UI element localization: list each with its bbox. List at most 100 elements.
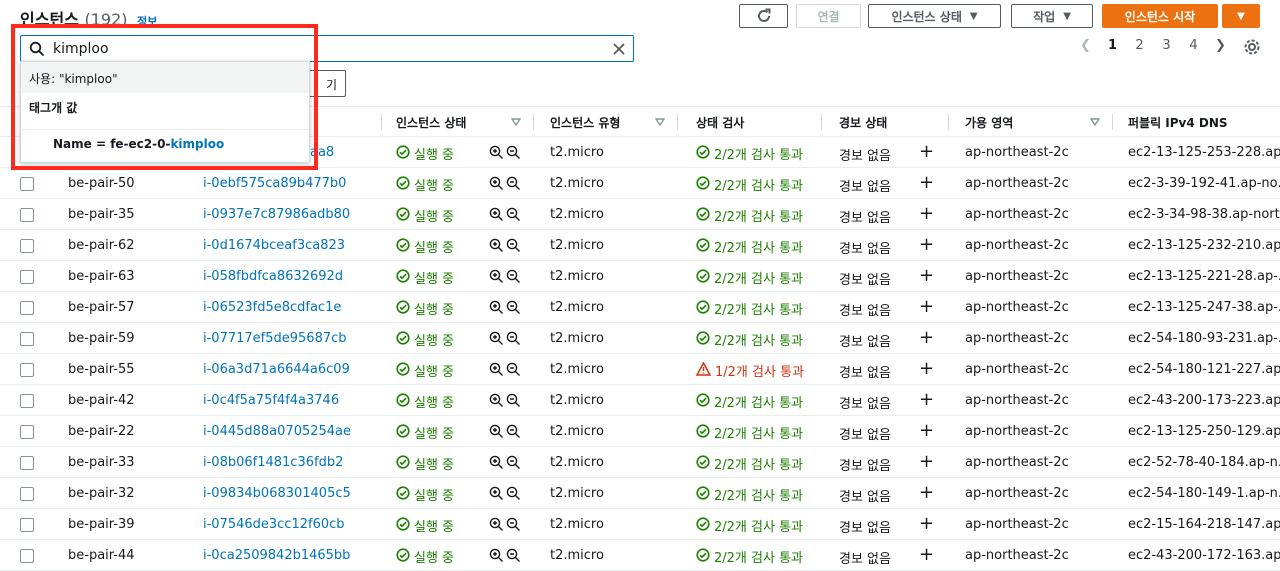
add-alarm-icon[interactable]: +: [919, 483, 934, 503]
zoom-out-icon[interactable]: [506, 362, 521, 381]
add-alarm-icon[interactable]: +: [919, 204, 934, 224]
add-alarm-icon[interactable]: +: [919, 142, 934, 162]
page-2[interactable]: 2: [1126, 38, 1153, 53]
add-alarm-icon[interactable]: +: [919, 266, 934, 286]
page-4[interactable]: 4: [1180, 38, 1207, 53]
add-alarm-icon[interactable]: +: [919, 514, 934, 534]
clear-icon[interactable]: [605, 42, 633, 56]
table-row[interactable]: be-pair-35 i-0937e7c87986adb80 실행 중 t2.micr…: [0, 199, 1280, 230]
zoom-out-icon[interactable]: [506, 269, 521, 288]
zoom-in-icon[interactable]: [489, 269, 504, 288]
row-checkbox[interactable]: [20, 549, 34, 563]
gear-icon[interactable]: [1243, 38, 1261, 60]
add-alarm-icon[interactable]: +: [919, 421, 934, 441]
table-row[interactable]: be-pair-63 i-058fbdfca8632692d 실행 중 t2.micr…: [0, 261, 1280, 292]
zoom-in-icon[interactable]: [489, 393, 504, 412]
actions-button[interactable]: 작업 ▼: [1011, 4, 1093, 28]
table-row[interactable]: be-pair-33 i-08b06f1481c36fdb2 실행 중 t2.micr…: [0, 447, 1280, 478]
sort-icon[interactable]: [654, 116, 666, 128]
instance-id-link[interactable]: i-0ca2509842b1465bb: [203, 548, 350, 563]
add-alarm-icon[interactable]: +: [919, 328, 934, 348]
add-alarm-icon[interactable]: +: [919, 297, 934, 317]
zoom-out-icon[interactable]: [506, 238, 521, 257]
row-checkbox[interactable]: [20, 394, 34, 408]
prev-page-icon[interactable]: ❮: [1072, 38, 1099, 53]
zoom-out-icon[interactable]: [506, 486, 521, 505]
instance-id-link[interactable]: i-0ebf575ca89b477b0: [203, 176, 346, 191]
add-alarm-icon[interactable]: +: [919, 359, 934, 379]
zoom-in-icon[interactable]: [489, 207, 504, 226]
add-alarm-icon[interactable]: +: [919, 390, 934, 410]
launch-dropdown-button[interactable]: ▼: [1222, 4, 1260, 28]
instance-id-link[interactable]: i-06523fd5e8cdfac1e: [203, 300, 341, 315]
zoom-in-icon[interactable]: [489, 331, 504, 350]
add-alarm-icon[interactable]: +: [919, 452, 934, 472]
sort-icon[interactable]: [510, 116, 522, 128]
sort-icon[interactable]: [1089, 116, 1101, 128]
row-checkbox[interactable]: [20, 270, 34, 284]
page-1[interactable]: 1: [1099, 38, 1126, 53]
suggestion-option[interactable]: Name = fe-ec2-0-kimploo: [21, 137, 309, 151]
column-check[interactable]: 상태 검사: [696, 114, 744, 131]
zoom-out-icon[interactable]: [506, 424, 521, 443]
add-alarm-icon[interactable]: +: [919, 545, 934, 565]
zoom-out-icon[interactable]: [506, 548, 521, 567]
table-row[interactable]: be-pair-44 i-0ca2509842b1465bb 실행 중 t2.micr…: [0, 540, 1280, 571]
instance-id-link[interactable]: i-09834b068301405c5: [203, 486, 351, 501]
refresh-button[interactable]: [739, 4, 788, 28]
row-checkbox[interactable]: [20, 425, 34, 439]
zoom-out-icon[interactable]: [506, 145, 521, 164]
instance-state-button[interactable]: 인스턴스 상태 ▼: [868, 4, 1001, 28]
column-az[interactable]: 가용 영역: [965, 114, 1013, 131]
table-row[interactable]: be-pair-39 i-07546de3cc12f60cb 실행 중 t2.micr…: [0, 509, 1280, 540]
row-checkbox[interactable]: [20, 363, 34, 377]
zoom-out-icon[interactable]: [506, 207, 521, 226]
zoom-in-icon[interactable]: [489, 145, 504, 164]
instance-id-link[interactable]: i-0c4f5a75f4f4a3746: [203, 393, 339, 408]
zoom-in-icon[interactable]: [489, 362, 504, 381]
instance-id-link[interactable]: aa8: [310, 145, 334, 160]
zoom-in-icon[interactable]: [489, 176, 504, 195]
instance-id-link[interactable]: i-07546de3cc12f60cb: [203, 517, 345, 532]
row-checkbox[interactable]: [20, 332, 34, 346]
zoom-in-icon[interactable]: [489, 238, 504, 257]
row-checkbox[interactable]: [20, 487, 34, 501]
table-row[interactable]: be-pair-57 i-06523fd5e8cdfac1e 실행 중 t2.micr…: [0, 292, 1280, 323]
column-dns[interactable]: 퍼블릭 IPv4 DNS: [1128, 114, 1228, 131]
zoom-out-icon[interactable]: [506, 300, 521, 319]
table-row[interactable]: be-pair-22 i-0445d88a0705254ae 실행 중 t2.micr…: [0, 416, 1280, 447]
instance-id-link[interactable]: i-06a3d71a6644a6c09: [203, 362, 350, 377]
instance-id-link[interactable]: i-08b06f1481c36fdb2: [203, 455, 343, 470]
table-row[interactable]: be-pair-59 i-07717ef5de95687cb 실행 중 t2.micr…: [0, 323, 1280, 354]
zoom-in-icon[interactable]: [489, 300, 504, 319]
instance-id-link[interactable]: i-058fbdfca8632692d: [203, 269, 343, 284]
instance-id-link[interactable]: i-07717ef5de95687cb: [203, 331, 347, 346]
add-alarm-icon[interactable]: +: [919, 235, 934, 255]
table-row[interactable]: be-pair-42 i-0c4f5a75f4f4a3746 실행 중 t2.micr…: [0, 385, 1280, 416]
row-checkbox[interactable]: [20, 208, 34, 222]
table-row[interactable]: be-pair-32 i-09834b068301405c5 실행 중 t2.micr…: [0, 478, 1280, 509]
add-alarm-icon[interactable]: +: [919, 173, 934, 193]
zoom-out-icon[interactable]: [506, 176, 521, 195]
row-checkbox[interactable]: [20, 301, 34, 315]
zoom-in-icon[interactable]: [489, 517, 504, 536]
row-checkbox[interactable]: [20, 518, 34, 532]
info-link[interactable]: 정보: [137, 15, 157, 28]
zoom-in-icon[interactable]: [489, 424, 504, 443]
instance-id-link[interactable]: i-0d1674bceaf3ca823: [203, 238, 345, 253]
suggestion-use[interactable]: 사용: "kimploo": [21, 62, 309, 93]
zoom-out-icon[interactable]: [506, 455, 521, 474]
table-row[interactable]: be-pair-50 i-0ebf575ca89b477b0 실행 중 t2.micr…: [0, 168, 1280, 199]
page-3[interactable]: 3: [1153, 38, 1180, 53]
row-checkbox[interactable]: [20, 239, 34, 253]
row-checkbox[interactable]: [20, 456, 34, 470]
zoom-out-icon[interactable]: [506, 517, 521, 536]
search-input[interactable]: kimploo: [20, 35, 634, 62]
next-page-icon[interactable]: ❯: [1207, 38, 1234, 53]
zoom-out-icon[interactable]: [506, 393, 521, 412]
column-alarm[interactable]: 경보 상태: [839, 114, 887, 131]
table-row[interactable]: be-pair-62 i-0d1674bceaf3ca823 실행 중 t2.micr…: [0, 230, 1280, 261]
zoom-out-icon[interactable]: [506, 331, 521, 350]
connect-button[interactable]: 연결: [796, 4, 861, 28]
column-state[interactable]: 인스턴스 상태: [396, 114, 466, 131]
